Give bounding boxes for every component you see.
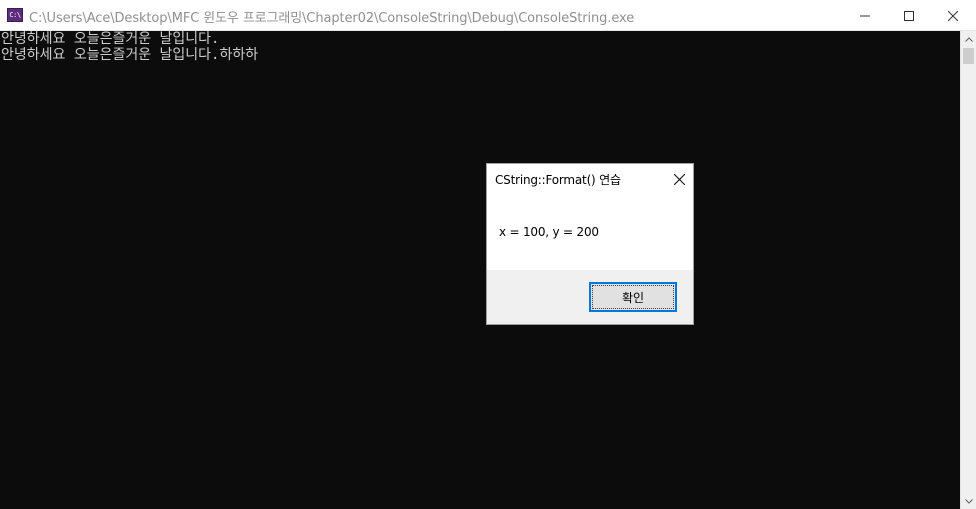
message-box-dialog: CString::Format() 연습 x = 100, y = 200 확인 (486, 163, 694, 325)
message-box-title: CString::Format() 연습 (495, 173, 621, 187)
console-app-icon[interactable]: C:\ (7, 8, 23, 22)
message-box-footer: 확인 (487, 270, 693, 324)
vertical-scrollbar[interactable] (960, 31, 976, 509)
console-output[interactable]: 안녕하세요 오늘은즐거운 날입니다. 안녕하세요 오늘은즐거운 날입니다.하하하 (0, 31, 960, 509)
ok-button-label: 확인 (621, 290, 645, 305)
console-line: 안녕하세요 오늘은즐거운 날입니다.하하하 (1, 47, 259, 63)
maximize-icon (904, 10, 914, 21)
ok-button[interactable]: 확인 (589, 282, 677, 312)
message-box-title-bar[interactable]: CString::Format() 연습 (487, 164, 693, 194)
minimize-button[interactable] (842, 0, 888, 31)
scroll-down-button[interactable] (961, 493, 976, 509)
minimize-icon (860, 15, 870, 16)
close-icon (673, 173, 685, 185)
close-icon (948, 10, 958, 21)
window-title: C:\Users\Ace\Desktop\MFC 윈도우 프로그래밍\Chapt… (29, 11, 635, 26)
message-box-text: x = 100, y = 200 (499, 225, 599, 239)
maximize-button[interactable] (886, 0, 932, 31)
console-line: 안녕하세요 오늘은즐거운 날입니다. (1, 31, 220, 47)
chevron-up-icon (965, 36, 973, 42)
scroll-thumb[interactable] (963, 48, 974, 64)
console-window: C:\ C:\Users\Ace\Desktop\MFC 윈도우 프로그래밍\C… (0, 0, 976, 509)
close-button[interactable] (930, 0, 976, 31)
chevron-down-icon (965, 498, 973, 504)
title-bar[interactable]: C:\ C:\Users\Ace\Desktop\MFC 윈도우 프로그래밍\C… (0, 0, 976, 31)
message-box-close-button[interactable] (665, 164, 693, 194)
scroll-up-button[interactable] (961, 31, 976, 47)
